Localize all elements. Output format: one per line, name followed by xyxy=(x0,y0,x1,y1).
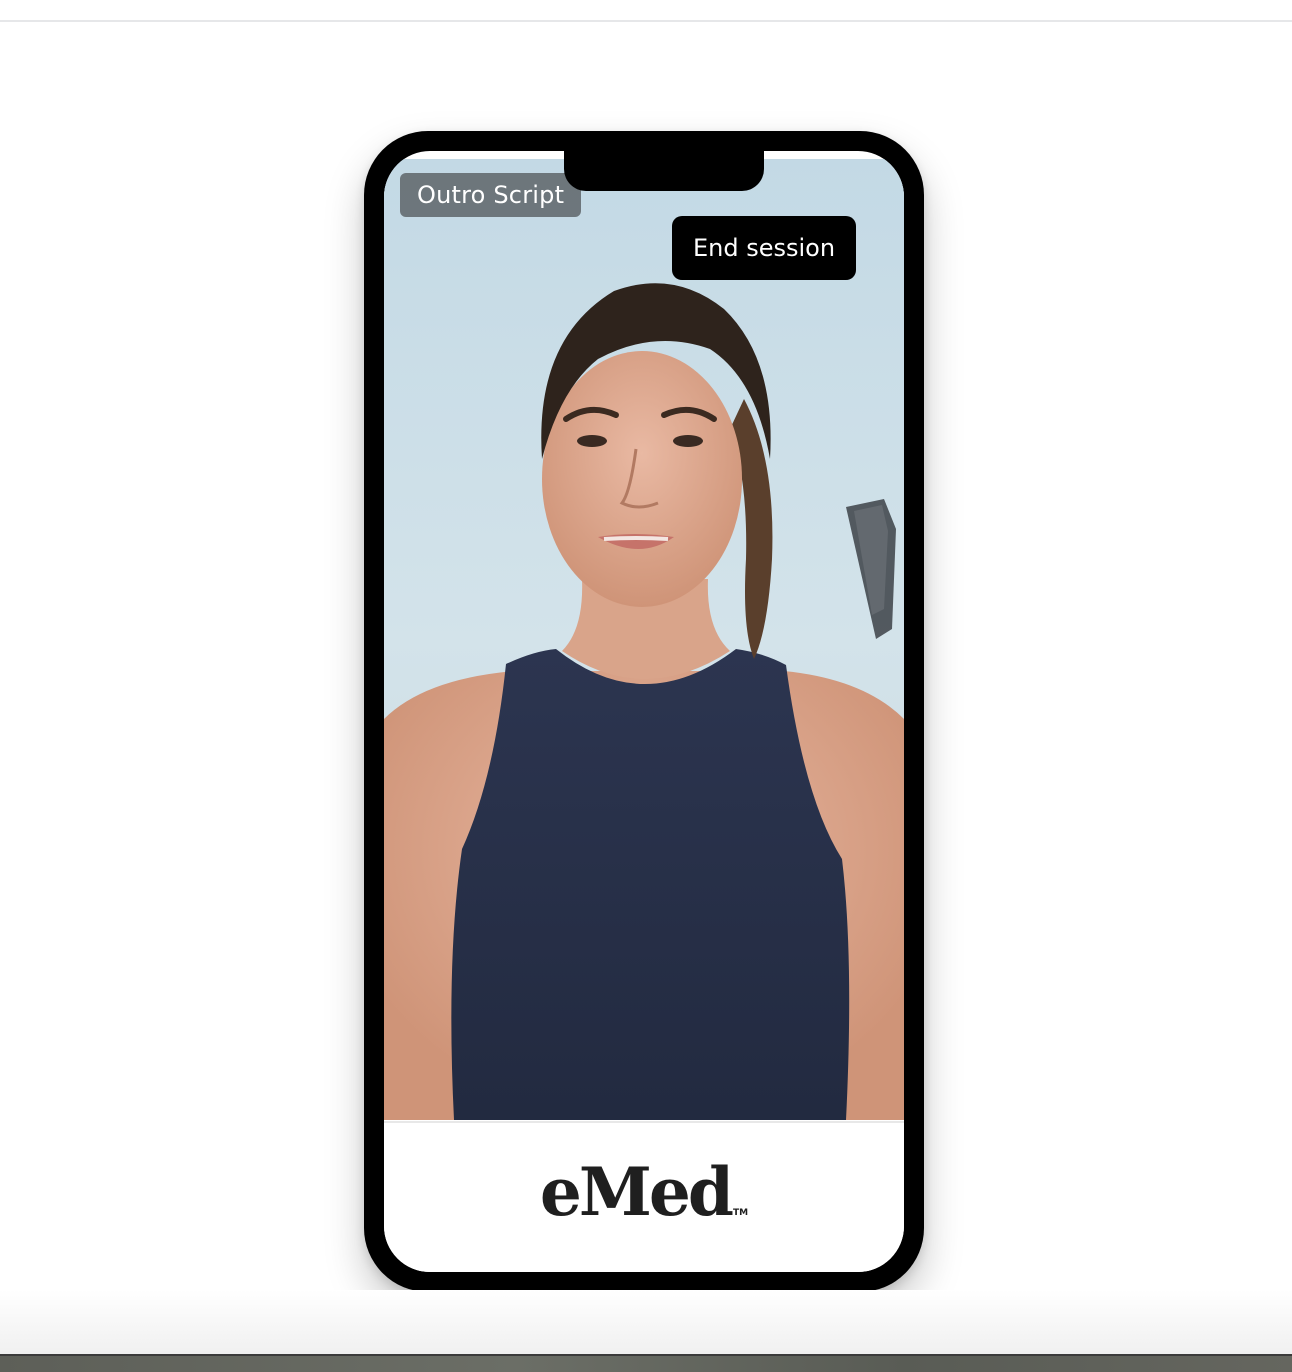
phone-notch xyxy=(564,151,764,191)
presenter-video-frame xyxy=(384,159,904,1120)
presenter-video[interactable] xyxy=(384,159,904,1120)
trademark-mark: TM xyxy=(733,1208,749,1218)
logo-text: eMed xyxy=(539,1153,734,1231)
brand-footer: eMed TM xyxy=(384,1121,904,1272)
page-bottom-fade xyxy=(0,1290,1292,1354)
phone-screen: Outro Script End session eMed TM xyxy=(384,151,904,1272)
end-session-button[interactable]: End session xyxy=(672,216,856,280)
emed-logo: eMed TM xyxy=(384,1159,904,1225)
phone-frame: Outro Script End session eMed TM xyxy=(364,131,924,1292)
top-divider xyxy=(0,20,1292,22)
window-bottom-strip xyxy=(0,1354,1292,1372)
script-label-badge: Outro Script xyxy=(400,173,582,217)
